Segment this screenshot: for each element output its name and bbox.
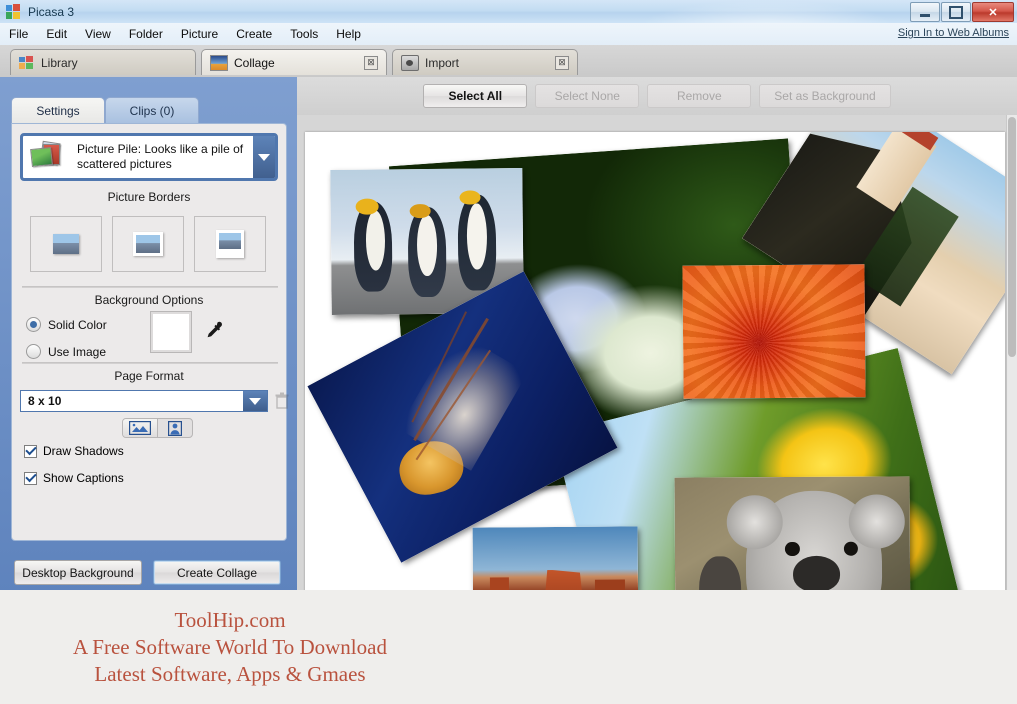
tab-import[interactable]: Import ⊠ xyxy=(392,49,578,75)
desktop-background-button[interactable]: Desktop Background xyxy=(14,560,142,585)
collage-type-select[interactable]: Picture Pile: Looks like a pile of scatt… xyxy=(20,133,278,181)
orientation-landscape-button[interactable] xyxy=(123,419,157,437)
tab-strip: Library Collage ⊠ Import ⊠ xyxy=(0,45,1017,78)
eyedropper-icon[interactable] xyxy=(202,320,224,342)
panel-tab-settings-label: Settings xyxy=(36,103,80,118)
collage-type-value: Picture Pile: Looks like a pile of scatt… xyxy=(77,142,244,171)
panel-tab-clips[interactable]: Clips (0) xyxy=(105,97,199,123)
watermark-line-3: Latest Software, Apps & Gmaes xyxy=(94,661,366,686)
tab-library[interactable]: Library xyxy=(10,49,196,75)
background-options-title: Background Options xyxy=(94,293,204,307)
camera-icon xyxy=(401,54,419,71)
radio-use-image[interactable]: Use Image xyxy=(26,344,106,359)
radio-solid-color-label: Solid Color xyxy=(48,317,107,332)
radio-use-image-label: Use Image xyxy=(48,344,107,359)
border-option-polaroid[interactable] xyxy=(194,216,266,272)
maximize-button[interactable] xyxy=(941,2,971,22)
tab-import-label: Import xyxy=(425,55,460,70)
page-format-value: 8 x 10 xyxy=(28,394,62,408)
menu-help[interactable]: Help xyxy=(327,24,370,44)
radio-solid-color-indicator xyxy=(26,317,41,332)
radio-use-image-indicator xyxy=(26,344,41,359)
panel-button-row-1: Desktop Background Create Collage xyxy=(14,560,281,585)
menu-edit[interactable]: Edit xyxy=(37,24,76,44)
watermark-line-2: A Free Software World To Download xyxy=(73,634,387,659)
menu-folder[interactable]: Folder xyxy=(120,24,172,44)
panel-tabs: Settings Clips (0) xyxy=(11,97,199,123)
menu-file[interactable]: File xyxy=(0,24,37,44)
picture-borders-title: Picture Borders xyxy=(107,190,191,204)
checkbox-show-captions-label: Show Captions xyxy=(43,471,124,485)
checkbox-show-captions-box xyxy=(24,471,37,485)
menu-view[interactable]: View xyxy=(76,24,120,44)
orientation-toggle xyxy=(122,418,193,438)
close-button[interactable]: ✕ xyxy=(972,2,1014,22)
menu-create[interactable]: Create xyxy=(227,24,281,44)
border-option-thin-white[interactable] xyxy=(112,216,184,272)
minimize-button[interactable] xyxy=(910,2,940,22)
orientation-portrait-button[interactable] xyxy=(157,419,192,437)
chevron-down-icon[interactable] xyxy=(253,136,275,178)
title-bar: Picasa 3 ✕ xyxy=(0,0,1017,24)
tab-library-label: Library xyxy=(41,55,78,70)
window-controls: ✕ xyxy=(910,2,1014,22)
divider-2 xyxy=(22,362,278,364)
menu-tools[interactable]: Tools xyxy=(281,24,327,44)
watermark: ToolHip.com A Free Software World To Dow… xyxy=(0,590,460,704)
window-title: Picasa 3 xyxy=(28,4,75,19)
sign-in-web-albums-link[interactable]: Sign In to Web Albums xyxy=(898,27,1009,39)
collage-scrollbar-thumb[interactable] xyxy=(1008,117,1016,357)
menu-picture[interactable]: Picture xyxy=(172,24,227,44)
select-all-button[interactable]: Select All xyxy=(423,84,528,108)
set-as-background-button: Set as Background xyxy=(759,84,891,108)
library-icon xyxy=(19,55,35,70)
checkbox-draw-shadows-box xyxy=(24,444,37,458)
tab-import-close-icon[interactable]: ⊠ xyxy=(555,55,569,70)
radio-solid-color[interactable]: Solid Color xyxy=(26,317,107,332)
panel-tab-settings[interactable]: Settings xyxy=(11,97,105,123)
collage-settings-panel: Settings Clips (0) Picture Pile: Looks l… xyxy=(0,77,297,619)
picture-pile-icon xyxy=(29,140,67,172)
checkbox-draw-shadows-label: Draw Shadows xyxy=(43,444,124,458)
orange-dahlia-photo[interactable] xyxy=(682,264,866,399)
menu-bar: File Edit View Folder Picture Create Too… xyxy=(0,23,1017,46)
border-option-none[interactable] xyxy=(30,216,102,272)
divider-1 xyxy=(22,286,278,288)
settings-body: Picture Pile: Looks like a pile of scatt… xyxy=(11,123,289,541)
tab-collage-label: Collage xyxy=(234,55,275,70)
trash-icon xyxy=(275,392,289,409)
create-collage-button[interactable]: Create Collage xyxy=(153,560,281,585)
page-format-select[interactable]: 8 x 10 xyxy=(20,390,268,412)
picture-borders-group xyxy=(30,216,266,272)
collage-top-toolbar: Select All Select None Remove Set as Bac… xyxy=(297,77,1017,115)
page-format-title: Page Format xyxy=(114,369,184,383)
select-none-button: Select None xyxy=(535,84,640,108)
checkbox-draw-shadows[interactable]: Draw Shadows xyxy=(24,444,124,458)
collage-icon xyxy=(210,54,228,71)
panel-tab-clips-label: Clips (0) xyxy=(129,103,175,118)
picasa-logo-icon xyxy=(6,3,22,20)
tab-collage[interactable]: Collage ⊠ xyxy=(201,49,387,75)
background-color-swatch[interactable] xyxy=(150,311,192,353)
chevron-down-icon[interactable] xyxy=(243,391,267,411)
watermark-line-1: ToolHip.com xyxy=(174,607,286,632)
collage-scrollbar[interactable] xyxy=(1006,115,1017,670)
tab-collage-close-icon[interactable]: ⊠ xyxy=(364,55,378,70)
remove-button: Remove xyxy=(647,84,752,108)
checkbox-show-captions[interactable]: Show Captions xyxy=(24,471,124,485)
